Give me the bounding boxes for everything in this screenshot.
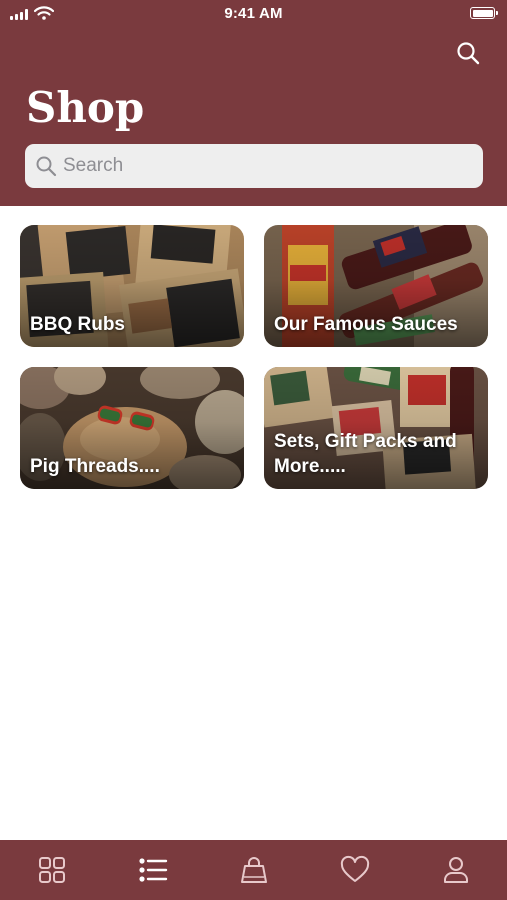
- tab-bar: [0, 840, 507, 900]
- battery-icon: [470, 7, 498, 19]
- category-tile-pig-threads[interactable]: Pig Threads....: [20, 367, 244, 489]
- category-tile-sauces[interactable]: Our Famous Sauces: [264, 225, 488, 347]
- search-input[interactable]: [63, 144, 473, 188]
- profile-icon[interactable]: [441, 855, 471, 885]
- category-label: Pig Threads....: [30, 456, 160, 477]
- category-label: Sets, Gift Packs and More.....: [274, 431, 457, 477]
- shopping-bag-icon[interactable]: [239, 855, 269, 885]
- page-title: Shop: [26, 83, 145, 132]
- grid-icon[interactable]: [37, 855, 67, 885]
- category-tile-gift-sets[interactable]: Sets, Gift Packs and More.....: [264, 367, 488, 489]
- status-bar: 9:41 AM: [0, 0, 507, 28]
- header: 9:41 AM Shop: [0, 0, 507, 206]
- search-field-icon: [36, 156, 57, 177]
- heart-icon[interactable]: [340, 855, 370, 885]
- category-label: Our Famous Sauces: [274, 314, 458, 335]
- search-icon[interactable]: [455, 40, 481, 66]
- search-bar[interactable]: [25, 144, 483, 188]
- category-label: BBQ Rubs: [30, 314, 125, 335]
- category-tile-bbq-rubs[interactable]: BBQ Rubs: [20, 225, 244, 347]
- status-time: 9:41 AM: [224, 5, 283, 22]
- list-icon[interactable]: [138, 855, 168, 885]
